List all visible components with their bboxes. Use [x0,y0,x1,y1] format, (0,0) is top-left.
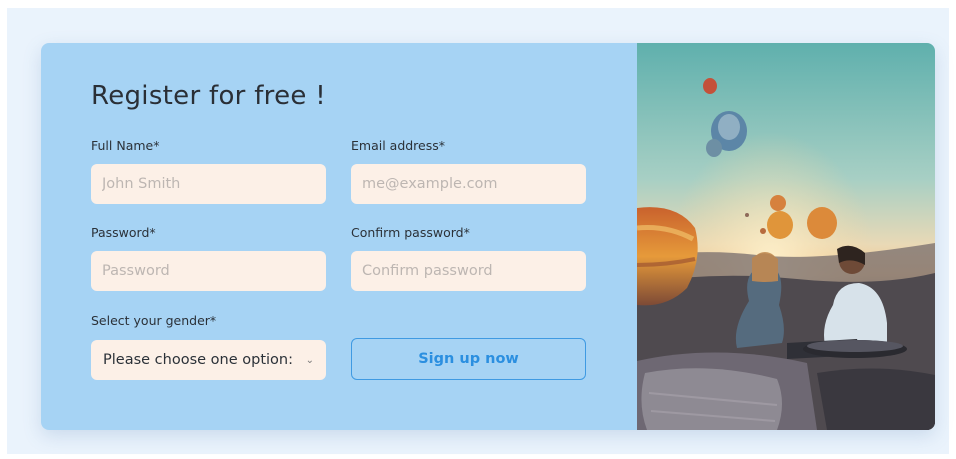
page-title: Register for free ! [91,81,326,111]
confirm-password-input[interactable] [351,251,586,291]
email-label: Email address* [351,138,446,153]
full-name-input[interactable] [91,164,326,204]
password-input[interactable] [91,251,326,291]
balloon-sunset-image [637,43,935,430]
sign-up-button[interactable]: Sign up now [351,338,586,380]
register-card: Register for free ! Full Name* Email add… [41,43,935,430]
chevron-down-icon: ⌄ [305,354,314,366]
gender-label: Select your gender* [91,313,217,328]
hero-photo [637,43,935,430]
password-label: Password* [91,225,156,240]
confirm-password-label: Confirm password* [351,225,470,240]
register-form: Register for free ! Full Name* Email add… [41,43,637,430]
email-input[interactable] [351,164,586,204]
full-name-label: Full Name* [91,138,160,153]
gender-select-value: Please choose one option: [103,352,293,368]
gender-select[interactable]: Please choose one option: ⌄ [91,340,326,380]
